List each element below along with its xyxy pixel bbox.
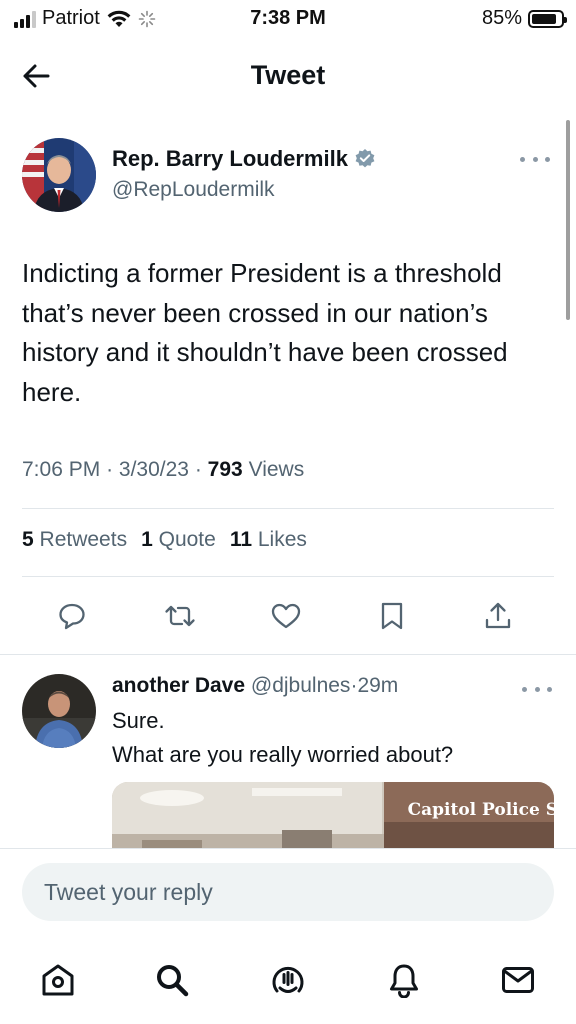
author-handle[interactable]: @RepLoudermilk — [112, 178, 275, 202]
nav-search[interactable] — [150, 958, 194, 1002]
tweet-text: Indicting a former President is a thresh… — [22, 258, 508, 407]
reply-time[interactable]: 29m — [357, 674, 398, 697]
share-icon — [485, 602, 511, 629]
dot — [547, 686, 552, 692]
separator-dot: · — [194, 458, 202, 481]
search-icon — [157, 965, 189, 997]
dot — [534, 686, 540, 692]
reply-media-image[interactable]: Capitol Police S — [112, 782, 554, 848]
tweet-stats: 5 Retweets 1 Quote 11 Likes — [22, 528, 307, 552]
home-icon — [42, 964, 74, 996]
likes-stat[interactable]: 11 Likes — [230, 528, 307, 552]
divider — [22, 576, 554, 577]
like-button[interactable] — [264, 594, 308, 638]
dot — [520, 156, 525, 162]
notifications-icon — [390, 964, 418, 998]
divider — [0, 654, 576, 655]
dot — [545, 156, 550, 162]
quotes-count: 1 — [141, 528, 153, 551]
avatar-image — [22, 674, 96, 748]
retweets-label: Retweets — [39, 528, 128, 551]
battery-fill — [532, 13, 556, 24]
dot — [522, 686, 527, 692]
bookmark-button[interactable] — [370, 594, 414, 638]
like-icon — [271, 603, 301, 629]
status-bar: Patriot 7:38 PM 85% — [0, 0, 576, 40]
tweet-date[interactable]: 3/30/23 — [119, 458, 189, 481]
bookmark-icon — [381, 602, 403, 630]
divider — [22, 508, 554, 509]
retweet-icon — [165, 605, 195, 627]
bottom-nav — [0, 940, 576, 1024]
media-caption: Capitol Police S — [407, 800, 554, 820]
reply-button[interactable] — [50, 594, 94, 638]
reply-author-avatar[interactable] — [22, 674, 96, 748]
quotes-stat[interactable]: 1 Quote — [141, 528, 216, 552]
status-right: 85% — [481, 7, 567, 30]
reply-icon — [59, 603, 85, 630]
retweets-count: 5 — [22, 528, 34, 551]
nav-messages[interactable] — [496, 958, 540, 1002]
page-title: Tweet — [250, 60, 326, 90]
nav-spaces[interactable] — [266, 958, 310, 1002]
tweet-actions-bar — [0, 594, 576, 638]
likes-label: Likes — [257, 528, 307, 551]
avatar-image — [22, 138, 96, 212]
separator-dot: · — [106, 458, 114, 481]
views-count: 793 — [207, 458, 243, 481]
retweet-button[interactable] — [158, 594, 202, 638]
reply-text: Sure. What are you really worried about? — [112, 704, 453, 772]
messages-icon — [502, 967, 534, 993]
reply-tweet[interactable]: another Dave @djbulnes·29m Sure. What ar… — [22, 672, 554, 848]
tweet-author-row: Rep. Barry Loudermilk @RepLoudermilk — [22, 138, 552, 214]
spaces-icon — [272, 966, 304, 993]
battery-percent: 85% — [481, 7, 522, 29]
quotes-label: Quote — [158, 528, 216, 551]
more-options-button[interactable] — [520, 152, 550, 166]
reply-input[interactable] — [22, 863, 554, 921]
nav-notifications[interactable] — [382, 958, 426, 1002]
scrollbar[interactable] — [566, 120, 570, 320]
battery-icon — [528, 9, 567, 28]
verified-badge-icon — [355, 149, 375, 168]
tweet-timestamp-line: 7:06 PM · 3/30/23 · 793 Views — [22, 458, 304, 482]
share-button[interactable] — [476, 594, 520, 638]
author-name[interactable]: Rep. Barry Loudermilk — [112, 146, 348, 172]
top-header: Tweet — [0, 48, 576, 104]
tweet-time[interactable]: 7:06 PM — [22, 458, 100, 481]
reply-line: What are you really worried about? — [112, 742, 454, 767]
reply-author-name[interactable]: another Dave — [112, 674, 245, 697]
reply-author-handle[interactable]: @djbulnes — [251, 674, 351, 697]
likes-count: 11 — [229, 528, 253, 551]
author-name-line: Rep. Barry Loudermilk — [112, 146, 376, 172]
dot — [532, 156, 538, 162]
author-avatar[interactable] — [22, 138, 96, 212]
reply-line: Sure. — [112, 708, 165, 733]
compose-bar — [0, 848, 576, 934]
reply-more-options-button[interactable] — [522, 682, 552, 696]
nav-home[interactable] — [36, 958, 80, 1002]
views-label: Views — [248, 458, 305, 481]
reply-header: another Dave @djbulnes·29m — [112, 674, 398, 698]
retweets-stat[interactable]: 5 Retweets — [22, 528, 127, 552]
